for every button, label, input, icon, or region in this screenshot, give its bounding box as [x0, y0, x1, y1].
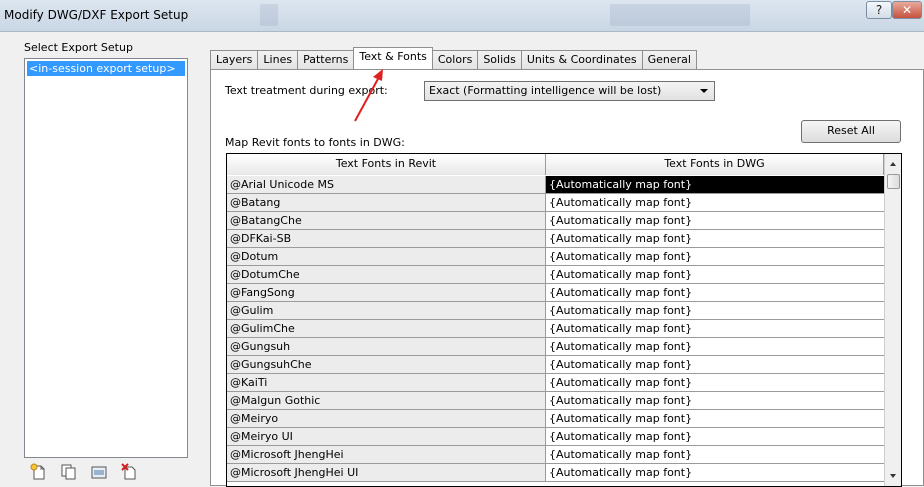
revit-font-cell: @FangSong: [227, 284, 546, 301]
dwg-font-cell[interactable]: {Automatically map font}: [546, 176, 884, 193]
table-row[interactable]: @Microsoft JhengHei UI {Automatically map…: [227, 464, 884, 482]
tab-strip: Layers Lines Patterns Text & Fonts Color…: [210, 47, 697, 70]
dwg-font-cell[interactable]: {Automatically map font}: [546, 464, 884, 481]
revit-font-cell: @Microsoft JhengHei UI: [227, 464, 546, 481]
revit-font-cell: @GulimChe: [227, 320, 546, 337]
dwg-font-cell[interactable]: {Automatically map font}: [546, 446, 884, 463]
tab-solids[interactable]: Solids: [477, 50, 522, 70]
dwg-font-cell[interactable]: {Automatically map font}: [546, 338, 884, 355]
annotation-arrow-icon: [354, 69, 383, 122]
blurred-background: [610, 4, 750, 26]
dwg-font-cell[interactable]: {Automatically map font}: [546, 428, 884, 445]
column-header-revit-fonts[interactable]: Text Fonts in Revit: [227, 154, 546, 175]
revit-font-cell: @Meiryo: [227, 410, 546, 427]
tab-text-fonts[interactable]: Text & Fonts: [353, 47, 433, 69]
tab-colors[interactable]: Colors: [431, 50, 479, 70]
text-treatment-dropdown[interactable]: Exact (Formatting intelligence will be l…: [424, 81, 715, 101]
vertical-scrollbar[interactable]: [884, 154, 901, 486]
dwg-font-cell[interactable]: {Automatically map font}: [546, 302, 884, 319]
revit-font-cell: @Meiryo UI: [227, 428, 546, 445]
table-row[interactable]: @Gungsuh {Automatically map font}: [227, 338, 884, 356]
scroll-thumb[interactable]: [887, 174, 900, 189]
font-mapping-table: Text Fonts in Revit Text Fonts in DWG @A…: [226, 153, 902, 487]
tab-lines[interactable]: Lines: [257, 50, 299, 70]
revit-font-cell: @Batang: [227, 194, 546, 211]
revit-font-cell: @Dotum: [227, 248, 546, 265]
text-treatment-value: Exact (Formatting intelligence will be l…: [429, 84, 662, 97]
duplicate-setup-icon[interactable]: [60, 463, 78, 481]
table-row[interactable]: @BatangChe {Automatically map font}: [227, 212, 884, 230]
export-setup-list[interactable]: <in-session export setup>: [24, 58, 188, 458]
table-row[interactable]: @DotumChe {Automatically map font}: [227, 266, 884, 284]
title-bar: Modify DWG/DXF Export Setup ? ✕: [0, 0, 924, 32]
dwg-font-cell[interactable]: {Automatically map font}: [546, 356, 884, 373]
table-row[interactable]: @Batang {Automatically map font}: [227, 194, 884, 212]
column-header-dwg-fonts[interactable]: Text Fonts in DWG: [546, 154, 884, 175]
export-setup-panel: Select Export Setup <in-session export s…: [20, 38, 192, 458]
dwg-font-cell[interactable]: {Automatically map font}: [546, 320, 884, 337]
select-export-setup-label: Select Export Setup: [24, 41, 133, 54]
setup-toolbar: [30, 463, 138, 481]
revit-font-cell: @Gungsuh: [227, 338, 546, 355]
revit-font-cell: @DotumChe: [227, 266, 546, 283]
table-row[interactable]: @Arial Unicode MS {Automatically map font…: [227, 176, 884, 194]
delete-setup-icon[interactable]: [120, 463, 138, 481]
table-row[interactable]: @Meiryo {Automatically map font}: [227, 410, 884, 428]
rename-setup-icon[interactable]: [90, 463, 108, 481]
dwg-font-cell[interactable]: {Automatically map font}: [546, 230, 884, 247]
scroll-down-button[interactable]: [885, 467, 901, 484]
dwg-font-cell[interactable]: {Automatically map font}: [546, 392, 884, 409]
list-item[interactable]: <in-session export setup>: [27, 61, 185, 76]
table-header: Text Fonts in Revit Text Fonts in DWG: [227, 154, 901, 175]
table-row[interactable]: @GulimChe {Automatically map font}: [227, 320, 884, 338]
tab-general[interactable]: General: [641, 50, 697, 70]
tab-units-coordinates[interactable]: Units & Coordinates: [520, 50, 643, 70]
dwg-font-cell[interactable]: {Automatically map font}: [546, 266, 884, 283]
revit-font-cell: @Malgun Gothic: [227, 392, 546, 409]
table-row[interactable]: @FangSong {Automatically map font}: [227, 284, 884, 302]
reset-all-button[interactable]: Reset All: [801, 120, 901, 143]
revit-font-cell: @KaiTi: [227, 374, 546, 391]
table-row[interactable]: @GungsuhChe {Automatically map font}: [227, 356, 884, 374]
table-row[interactable]: @Meiryo UI {Automatically map font}: [227, 428, 884, 446]
revit-font-cell: @DFKai-SB: [227, 230, 546, 247]
arrow-up-icon: [890, 162, 896, 166]
revit-font-cell: @Arial Unicode MS: [227, 176, 546, 193]
map-fonts-label: Map Revit fonts to fonts in DWG:: [225, 136, 405, 149]
table-body: @Arial Unicode MS {Automatically map font…: [227, 176, 884, 482]
dwg-font-cell[interactable]: {Automatically map font}: [546, 248, 884, 265]
dwg-font-cell[interactable]: {Automatically map font}: [546, 374, 884, 391]
table-row[interactable]: @KaiTi {Automatically map font}: [227, 374, 884, 392]
new-setup-icon[interactable]: [30, 463, 48, 481]
blurred-background: [260, 4, 278, 26]
dwg-font-cell[interactable]: {Automatically map font}: [546, 284, 884, 301]
table-row[interactable]: @Microsoft JhengHei {Automatically map fo…: [227, 446, 884, 464]
revit-font-cell: @Microsoft JhengHei: [227, 446, 546, 463]
table-row[interactable]: @Malgun Gothic {Automatically map font}: [227, 392, 884, 410]
scroll-up-button[interactable]: [885, 156, 901, 173]
chevron-down-icon: [700, 89, 708, 93]
window-title: Modify DWG/DXF Export Setup: [4, 8, 189, 22]
table-row[interactable]: @Dotum {Automatically map font}: [227, 248, 884, 266]
revit-font-cell: @BatangChe: [227, 212, 546, 229]
close-button[interactable]: ✕: [892, 1, 922, 19]
revit-font-cell: @Gulim: [227, 302, 546, 319]
text-fonts-pane: Text treatment during export: Exact (For…: [210, 69, 924, 487]
tab-layers[interactable]: Layers: [210, 50, 259, 70]
dwg-font-cell[interactable]: {Automatically map font}: [546, 194, 884, 211]
help-button[interactable]: ?: [866, 1, 892, 19]
revit-font-cell: @GungsuhChe: [227, 356, 546, 373]
table-row[interactable]: @Gulim {Automatically map font}: [227, 302, 884, 320]
arrow-down-icon: [890, 474, 896, 478]
table-row[interactable]: @DFKai-SB {Automatically map font}: [227, 230, 884, 248]
dwg-font-cell[interactable]: {Automatically map font}: [546, 410, 884, 427]
dwg-font-cell[interactable]: {Automatically map font}: [546, 212, 884, 229]
